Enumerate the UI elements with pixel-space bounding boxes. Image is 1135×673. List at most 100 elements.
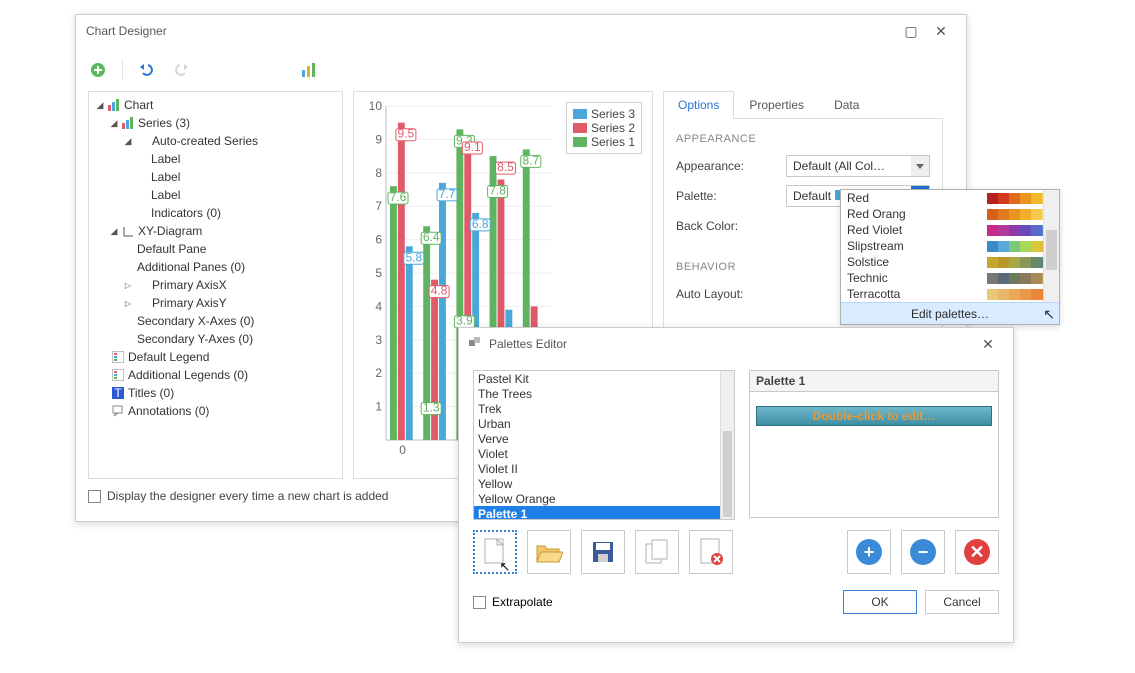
cancel-button[interactable]: Cancel xyxy=(925,590,999,614)
palettes-editor-window: Palettes Editor ✕ Pastel KitThe TreesTre… xyxy=(458,327,1014,643)
ok-button[interactable]: OK xyxy=(843,590,917,614)
svg-text:4.8: 4.8 xyxy=(431,284,448,298)
tree-series[interactable]: Series (3) xyxy=(138,116,190,130)
palette-label: Palette: xyxy=(676,189,786,203)
tree-indicators[interactable]: Indicators (0) xyxy=(151,206,221,220)
tree-label[interactable]: Label xyxy=(151,152,180,166)
palette-option[interactable]: Red Orang xyxy=(841,206,1059,222)
tree-label[interactable]: Label xyxy=(151,170,180,184)
svg-text:2: 2 xyxy=(375,366,382,380)
autolayout-label: Auto Layout: xyxy=(676,287,786,301)
palette-option[interactable]: Red Violet xyxy=(841,222,1059,238)
svg-text:3.9: 3.9 xyxy=(456,314,473,328)
editor-icon xyxy=(469,337,483,351)
tree-chart[interactable]: Chart xyxy=(124,98,153,112)
palette-preview[interactable]: Double-click to edit… xyxy=(749,392,999,518)
tree-auto-series[interactable]: Auto-created Series xyxy=(152,134,258,148)
svg-text:9: 9 xyxy=(375,132,382,146)
svg-text:8.7: 8.7 xyxy=(522,153,539,167)
tree-primary-axisx[interactable]: Primary AxisX xyxy=(152,278,227,292)
cursor-icon: ↖ xyxy=(1043,306,1055,323)
edit-palettes-button[interactable]: Edit palettes… ↖ xyxy=(841,302,1059,324)
tab-properties[interactable]: Properties xyxy=(734,91,819,118)
extrapolate-label: Extrapolate xyxy=(492,595,553,609)
palette-name-header[interactable]: Palette 1 xyxy=(749,370,999,392)
save-palette-button[interactable] xyxy=(581,530,625,574)
list-item[interactable]: Palette 1 xyxy=(474,506,734,520)
tree-annotations[interactable]: Annotations (0) xyxy=(128,404,209,418)
legend-icon xyxy=(111,350,125,364)
undo-icon[interactable] xyxy=(137,60,157,80)
remove-color-button[interactable]: − xyxy=(901,530,945,574)
legend: Series 3 Series 2 Series 1 xyxy=(566,102,642,154)
close-button[interactable]: ✕ xyxy=(926,23,956,40)
tree-titles[interactable]: Titles (0) xyxy=(128,386,174,400)
palette-option[interactable]: Slipstream xyxy=(841,238,1059,254)
legend-icon xyxy=(111,368,125,382)
delete-palette-button[interactable] xyxy=(689,530,733,574)
editor-close-button[interactable]: ✕ xyxy=(973,336,1003,353)
svg-text:T: T xyxy=(114,387,122,399)
redo-icon[interactable] xyxy=(171,60,191,80)
tree-additional-panes[interactable]: Additional Panes (0) xyxy=(137,260,245,274)
legend-item: Series 1 xyxy=(591,135,635,149)
svg-text:4: 4 xyxy=(375,299,382,313)
add-color-button[interactable]: + xyxy=(847,530,891,574)
palette-option[interactable]: Terracotta xyxy=(841,286,1059,302)
tree-additional-legends[interactable]: Additional Legends (0) xyxy=(128,368,248,382)
tree-default-pane[interactable]: Default Pane xyxy=(137,242,206,256)
extrapolate-checkbox[interactable] xyxy=(473,596,486,609)
list-item[interactable]: Verve xyxy=(474,431,734,446)
appearance-dropdown[interactable]: Default (All Col… xyxy=(786,155,930,177)
palette-option[interactable]: Red xyxy=(841,190,1059,206)
palette-option[interactable]: Technic xyxy=(841,270,1059,286)
clear-colors-button[interactable]: ✕ xyxy=(955,530,999,574)
svg-text:1: 1 xyxy=(375,400,382,414)
chart-node-icon xyxy=(107,98,121,112)
palette-list[interactable]: Pastel KitThe TreesTrekUrbanVerveVioletV… xyxy=(473,370,735,520)
open-palette-button[interactable] xyxy=(527,530,571,574)
maximize-button[interactable]: ▢ xyxy=(896,23,926,40)
add-icon[interactable] xyxy=(88,60,108,80)
legend-item: Series 3 xyxy=(591,107,635,121)
series-node-icon xyxy=(121,116,135,130)
new-palette-button[interactable]: ↖ xyxy=(473,530,517,574)
tree-primary-axisy[interactable]: Primary AxisY xyxy=(152,296,227,310)
svg-text:6.4: 6.4 xyxy=(423,230,440,244)
list-item[interactable]: Violet xyxy=(474,446,734,461)
display-designer-label: Display the designer every time a new ch… xyxy=(107,489,388,503)
list-item[interactable]: Violet II xyxy=(474,461,734,476)
tree-xy-diagram[interactable]: XY-Diagram xyxy=(138,224,202,238)
list-item[interactable]: The Trees xyxy=(474,386,734,401)
svg-text:6.8: 6.8 xyxy=(472,217,489,231)
palette-option[interactable]: Solstice xyxy=(841,254,1059,270)
toolbar xyxy=(88,55,954,85)
svg-text:7.6: 7.6 xyxy=(390,190,407,204)
tab-data[interactable]: Data xyxy=(819,91,874,118)
tree-sec-y[interactable]: Secondary Y-Axes (0) xyxy=(137,332,253,346)
palette-popup: RedRed OrangRed VioletSlipstreamSolstice… xyxy=(840,189,1060,325)
copy-palette-button[interactable] xyxy=(635,530,679,574)
legend-item: Series 2 xyxy=(591,121,635,135)
display-designer-checkbox[interactable] xyxy=(88,490,101,503)
chart-icon[interactable] xyxy=(299,60,319,80)
list-item[interactable]: Trek xyxy=(474,401,734,416)
window-title: Chart Designer xyxy=(86,24,167,38)
list-item[interactable]: Urban xyxy=(474,416,734,431)
svg-text:7.7: 7.7 xyxy=(439,187,456,201)
svg-text:8: 8 xyxy=(375,166,382,180)
tree-sec-x[interactable]: Secondary X-Axes (0) xyxy=(137,314,254,328)
titlebar: Chart Designer ▢ ✕ xyxy=(76,15,966,47)
list-item[interactable]: Yellow Orange xyxy=(474,491,734,506)
editor-title: Palettes Editor xyxy=(489,337,567,351)
scrollbar[interactable] xyxy=(720,371,734,519)
list-item[interactable]: Yellow xyxy=(474,476,734,491)
tree-view[interactable]: ◢Chart ◢Series (3) ◢Auto-created Series … xyxy=(88,91,343,479)
list-item[interactable]: Pastel Kit xyxy=(474,371,734,386)
palette-edit-strip[interactable]: Double-click to edit… xyxy=(756,406,992,426)
tree-default-legend[interactable]: Default Legend xyxy=(128,350,209,364)
svg-text:7.8: 7.8 xyxy=(489,183,506,197)
tab-options[interactable]: Options xyxy=(663,91,734,119)
scrollbar[interactable] xyxy=(1043,190,1059,304)
tree-label[interactable]: Label xyxy=(151,188,180,202)
